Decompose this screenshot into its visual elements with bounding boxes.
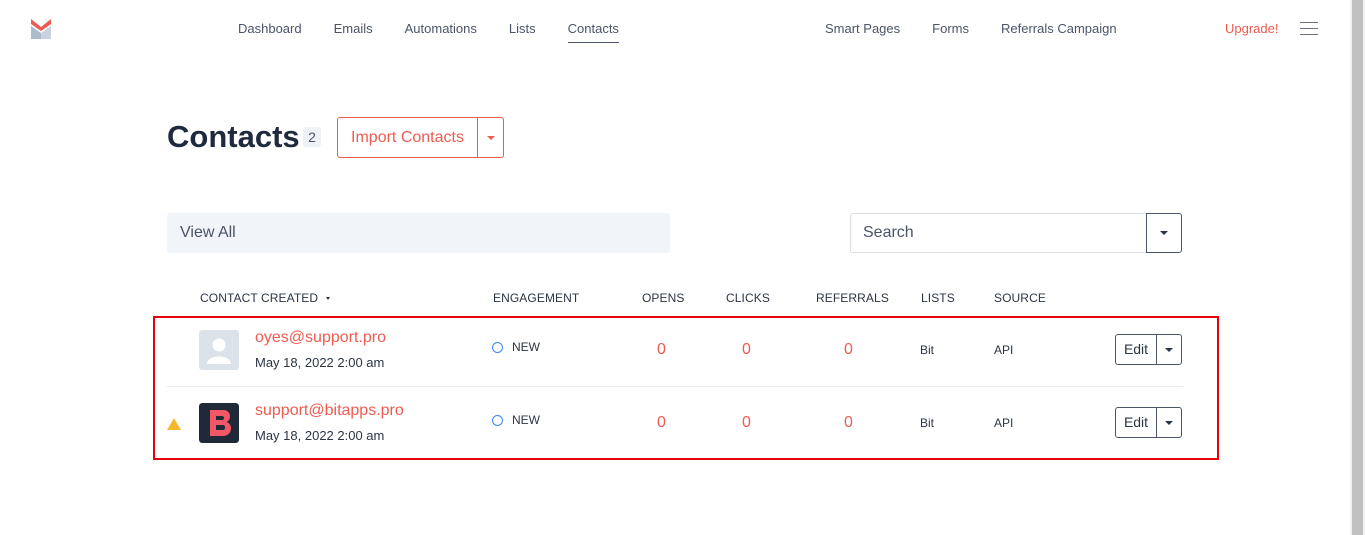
column-header-source: SOURCE: [994, 291, 1046, 305]
import-contacts-button[interactable]: Import Contacts: [337, 117, 504, 158]
scrollbar-thumb[interactable]: [1352, 0, 1363, 535]
caret-down-icon: [1160, 231, 1168, 235]
nav-lists[interactable]: Lists: [509, 21, 536, 43]
sort-desc-icon: [326, 297, 331, 301]
import-contacts-label[interactable]: Import Contacts: [338, 118, 478, 157]
highlight-box: [153, 316, 1219, 460]
nav-smart-pages[interactable]: Smart Pages: [825, 21, 900, 42]
column-header-label: CONTACT CREATED: [200, 291, 319, 305]
column-header-clicks: CLICKS: [726, 291, 770, 305]
top-navbar: Dashboard Emails Automations Lists Conta…: [0, 0, 1350, 58]
search-dropdown-toggle[interactable]: [1146, 213, 1182, 253]
app-logo-icon[interactable]: [30, 18, 52, 40]
contact-count-badge: 2: [303, 127, 321, 147]
upgrade-link[interactable]: Upgrade!: [1225, 21, 1278, 36]
nav-dashboard[interactable]: Dashboard: [238, 21, 302, 43]
column-header-engagement: ENGAGEMENT: [493, 291, 580, 305]
view-all-filter[interactable]: View All: [167, 213, 670, 253]
column-header-referrals: REFERRALS: [816, 291, 889, 305]
nav-automations[interactable]: Automations: [405, 21, 477, 43]
import-dropdown-toggle[interactable]: [478, 118, 503, 157]
column-header-lists: LISTS: [921, 291, 955, 305]
search-input[interactable]: [850, 213, 1147, 253]
nav-referrals-campaign[interactable]: Referrals Campaign: [1001, 21, 1117, 42]
secondary-nav: Smart Pages Forms Referrals Campaign: [825, 21, 1117, 42]
page-title: Contacts: [167, 119, 300, 154]
nav-contacts[interactable]: Contacts: [567, 21, 619, 43]
nav-emails[interactable]: Emails: [334, 21, 373, 43]
hamburger-menu-icon[interactable]: [1300, 22, 1318, 36]
main-nav: Dashboard Emails Automations Lists Conta…: [238, 21, 619, 43]
caret-down-icon: [486, 135, 495, 140]
vertical-scrollbar[interactable]: [1350, 0, 1365, 535]
column-header-contact-created[interactable]: CONTACT CREATED: [200, 291, 331, 305]
search-group: [850, 213, 1182, 253]
column-header-opens: OPENS: [642, 291, 685, 305]
nav-forms[interactable]: Forms: [932, 21, 969, 42]
